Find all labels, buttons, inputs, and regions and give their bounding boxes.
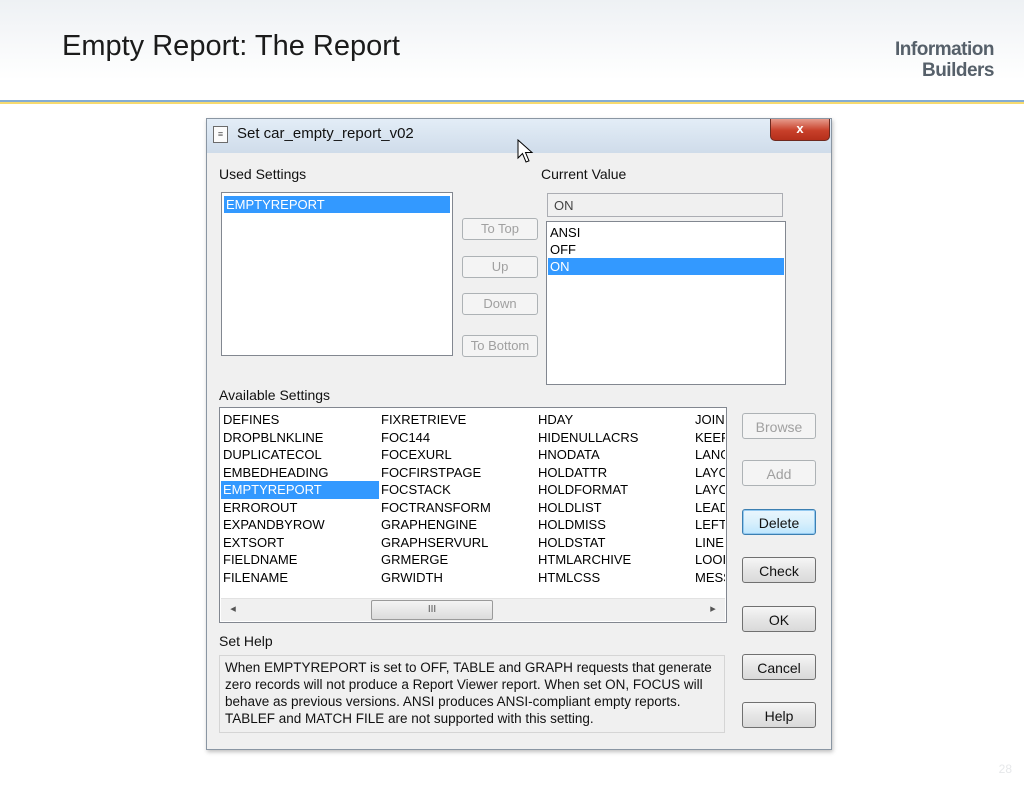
available-setting-item[interactable]: FOCEXURL bbox=[379, 446, 537, 464]
ok-button[interactable]: OK bbox=[742, 606, 816, 632]
available-setting-item[interactable]: FIXRETRIEVE bbox=[379, 411, 537, 429]
available-setting-item[interactable]: LOOI bbox=[693, 551, 725, 569]
dialog-title: Set car_empty_report_v02 bbox=[237, 125, 414, 142]
check-button[interactable]: Check bbox=[742, 557, 816, 583]
slide-title: Empty Report: The Report bbox=[62, 30, 400, 62]
available-settings-label: Available Settings bbox=[219, 387, 330, 403]
available-column-4: JOIN KEEP LANG LAYO LAYO LEAD LEFT LINE … bbox=[693, 411, 725, 586]
available-column-1: DEFINES DROPBLNKLINE DUPLICATECOL EMBEDH… bbox=[221, 411, 379, 586]
down-button[interactable]: Down bbox=[462, 293, 538, 315]
current-value-label: Current Value bbox=[541, 166, 626, 182]
available-setting-item[interactable]: HIDENULLACRS bbox=[536, 429, 694, 447]
scroll-thumb[interactable]: III bbox=[371, 600, 493, 620]
mouse-pointer-icon bbox=[517, 139, 534, 163]
available-setting-item[interactable]: MESS bbox=[693, 569, 725, 587]
available-setting-item[interactable]: LINE bbox=[693, 534, 725, 552]
information-builders-logo: Information Builders bbox=[895, 39, 995, 81]
available-setting-item[interactable]: HOLDFORMAT bbox=[536, 481, 694, 499]
value-option-item[interactable]: ON bbox=[548, 258, 784, 275]
document-icon: ≡ bbox=[213, 126, 228, 143]
browse-button[interactable]: Browse bbox=[742, 413, 816, 439]
available-setting-item[interactable]: GRMERGE bbox=[379, 551, 537, 569]
close-button[interactable]: x bbox=[770, 119, 830, 141]
available-setting-item[interactable]: FIELDNAME bbox=[221, 551, 379, 569]
available-setting-item[interactable]: FILENAME bbox=[221, 569, 379, 587]
available-setting-item[interactable]: HOLDSTAT bbox=[536, 534, 694, 552]
available-setting-item[interactable]: FOCFIRSTPAGE bbox=[379, 464, 537, 482]
available-setting-item[interactable]: FOCSTACK bbox=[379, 481, 537, 499]
available-settings-label-text: Available Settings bbox=[219, 387, 331, 403]
horizontal-scrollbar[interactable]: ◂ III ▸ bbox=[221, 598, 725, 621]
set-dialog: ≡ Set car_empty_report_v02 x Used Settin… bbox=[206, 118, 832, 750]
set-help-label: Set Help bbox=[219, 633, 273, 649]
available-setting-item[interactable]: LEAD bbox=[693, 499, 725, 517]
delete-button[interactable]: Delete bbox=[742, 509, 816, 535]
logo-line-1: Information bbox=[895, 39, 995, 60]
available-setting-item[interactable]: LAYO bbox=[693, 481, 725, 499]
header-divider bbox=[0, 100, 1024, 104]
available-setting-item[interactable]: DROPBLNKLINE bbox=[221, 429, 379, 447]
help-button[interactable]: Help bbox=[742, 702, 816, 728]
available-setting-item[interactable]: EXTSORT bbox=[221, 534, 379, 552]
available-setting-item[interactable]: EMPTYREPORT bbox=[221, 481, 379, 499]
available-setting-item[interactable]: HNODATA bbox=[536, 446, 694, 464]
current-value-field[interactable]: ON bbox=[547, 193, 783, 217]
available-setting-item[interactable]: FOC144 bbox=[379, 429, 537, 447]
used-settings-label-text: Used Settings bbox=[219, 166, 307, 182]
available-setting-item[interactable]: DUPLICATECOL bbox=[221, 446, 379, 464]
available-setting-item[interactable]: ERROROUT bbox=[221, 499, 379, 517]
available-setting-item[interactable]: DEFINES bbox=[221, 411, 379, 429]
available-setting-item[interactable]: EMBEDHEADING bbox=[221, 464, 379, 482]
to-top-button[interactable]: To Top bbox=[462, 218, 538, 240]
available-setting-item[interactable]: EXPANDBYROW bbox=[221, 516, 379, 534]
page-number: 28 bbox=[998, 762, 1012, 776]
scroll-left-arrow-icon[interactable]: ◂ bbox=[226, 602, 240, 616]
value-option-item[interactable]: OFF bbox=[548, 241, 784, 258]
available-setting-item[interactable]: KEEP bbox=[693, 429, 725, 447]
available-setting-item[interactable]: GRWIDTH bbox=[379, 569, 537, 587]
up-button[interactable]: Up bbox=[462, 256, 538, 278]
available-setting-item[interactable]: JOIN bbox=[693, 411, 725, 429]
available-setting-item[interactable]: HTMLARCHIVE bbox=[536, 551, 694, 569]
help-text: When EMPTYREPORT is set to OFF, TABLE an… bbox=[219, 655, 725, 733]
to-bottom-button[interactable]: To Bottom bbox=[462, 335, 538, 357]
available-column-2: FIXRETRIEVE FOC144 FOCEXURL FOCFIRSTPAGE… bbox=[379, 411, 537, 586]
value-option-item[interactable]: ANSI bbox=[548, 224, 784, 241]
available-setting-item[interactable]: HOLDATTR bbox=[536, 464, 694, 482]
value-options-list[interactable]: ANSI OFF ON bbox=[546, 221, 786, 385]
add-button[interactable]: Add bbox=[742, 460, 816, 486]
available-setting-item[interactable]: LANG bbox=[693, 446, 725, 464]
available-setting-item[interactable]: GRAPHENGINE bbox=[379, 516, 537, 534]
available-setting-item[interactable]: LAYO bbox=[693, 464, 725, 482]
available-setting-item[interactable]: LEFT bbox=[693, 516, 725, 534]
used-settings-label: Used Settings bbox=[219, 166, 306, 182]
available-setting-item[interactable]: FOCTRANSFORM bbox=[379, 499, 537, 517]
used-settings-list[interactable]: EMPTYREPORT bbox=[221, 192, 453, 356]
available-setting-item[interactable]: HDAY bbox=[536, 411, 694, 429]
available-setting-item[interactable]: HTMLCSS bbox=[536, 569, 694, 587]
available-column-3: HDAY HIDENULLACRS HNODATA HOLDATTR HOLDF… bbox=[536, 411, 694, 586]
used-setting-item[interactable]: EMPTYREPORT bbox=[224, 196, 450, 213]
available-settings-list[interactable]: DEFINES DROPBLNKLINE DUPLICATECOL EMBEDH… bbox=[219, 407, 727, 623]
available-setting-item[interactable]: HOLDLIST bbox=[536, 499, 694, 517]
cancel-button[interactable]: Cancel bbox=[742, 654, 816, 680]
available-setting-item[interactable]: GRAPHSERVURL bbox=[379, 534, 537, 552]
logo-line-2: Builders bbox=[921, 60, 995, 81]
scroll-right-arrow-icon[interactable]: ▸ bbox=[706, 602, 720, 616]
available-setting-item[interactable]: HOLDMISS bbox=[536, 516, 694, 534]
current-value-label-text: Current Value bbox=[541, 166, 627, 182]
set-help-label-text: Set Help bbox=[219, 633, 273, 649]
